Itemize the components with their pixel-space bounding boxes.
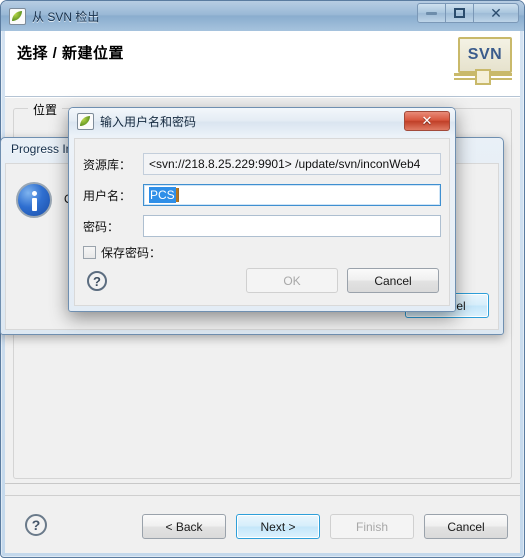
wizard-button-bar: < Back Next > Finish Cancel xyxy=(142,514,508,539)
credentials-cancel-button[interactable]: Cancel xyxy=(347,268,439,293)
credentials-dialog-title: 输入用户名和密码 xyxy=(100,115,197,129)
repository-field: <svn://218.8.25.229:9901> /update/svn/in… xyxy=(143,153,441,175)
maximize-button[interactable] xyxy=(445,3,474,23)
finish-button: Finish xyxy=(330,514,414,539)
repository-row: 资源库： <svn://218.8.25.229:9901> /update/s… xyxy=(75,153,449,175)
wizard-header: 选择 / 新建位置 SVN xyxy=(5,31,520,97)
leaf-icon xyxy=(77,113,94,130)
username-row: 用户名： PCS xyxy=(75,184,449,206)
password-field[interactable] xyxy=(143,215,441,237)
save-password-checkbox[interactable] xyxy=(83,246,96,259)
maximize-icon xyxy=(454,8,465,18)
credentials-help-icon[interactable]: ? xyxy=(87,271,107,291)
save-password-label: 保存密码： xyxy=(101,246,162,260)
password-label: 密码： xyxy=(83,219,120,234)
minimize-icon xyxy=(426,11,437,15)
credentials-cancel-label: Cancel xyxy=(374,273,412,288)
svn-logo-plate: SVN xyxy=(458,37,512,73)
close-icon: ✕ xyxy=(421,113,433,128)
ok-button: OK xyxy=(246,268,338,293)
svn-logo-text: SVN xyxy=(467,46,503,63)
credentials-button-bar: OK Cancel xyxy=(246,268,439,293)
svn-logo-icon: SVN xyxy=(452,35,514,87)
help-icon[interactable]: ? xyxy=(25,514,47,536)
credentials-close-button[interactable]: ✕ xyxy=(404,111,450,131)
window-close-button[interactable]: ✕ xyxy=(473,3,519,23)
cancel-button[interactable]: Cancel xyxy=(424,514,508,539)
credentials-body: 资源库： <svn://218.8.25.229:9901> /update/s… xyxy=(74,138,450,306)
back-button-label: < Back xyxy=(165,519,203,534)
ok-button-label: OK xyxy=(283,273,301,288)
next-button[interactable]: Next > xyxy=(236,514,320,539)
wizard-footer: ? < Back Next > Finish Cancel xyxy=(5,483,520,553)
info-icon xyxy=(16,182,52,218)
credentials-titlebar[interactable]: 输入用户名和密码 ✕ xyxy=(69,108,455,135)
location-group-label: 位置 xyxy=(28,101,63,118)
save-password-row[interactable]: 保存密码： xyxy=(83,244,161,261)
window-controls: ✕ xyxy=(417,3,519,23)
minimize-button[interactable] xyxy=(417,3,446,23)
progress-dialog-title: Progress In xyxy=(11,142,73,156)
svn-logo-knob xyxy=(475,69,491,85)
username-field[interactable]: PCS xyxy=(143,184,441,206)
close-icon: ✕ xyxy=(490,4,502,21)
username-label: 用户名： xyxy=(83,188,132,203)
back-button[interactable]: < Back xyxy=(142,514,226,539)
password-row: 密码： xyxy=(75,215,449,237)
page-title: 选择 / 新建位置 xyxy=(17,45,125,62)
footer-divider xyxy=(5,495,520,496)
credentials-dialog: 输入用户名和密码 ✕ 资源库： <svn://218.8.25.229:9901… xyxy=(68,107,456,312)
credentials-title-row: 输入用户名和密码 xyxy=(69,108,455,135)
window-title: 从 SVN 检出 xyxy=(32,9,100,24)
screenshot-root: 从 SVN 检出 ✕ 选择 / 新建位置 SVN 位置 ? < Back Nex… xyxy=(0,0,525,558)
username-value: PCS xyxy=(149,187,176,203)
text-caret xyxy=(175,188,179,202)
repository-label: 资源库： xyxy=(83,157,132,172)
finish-button-label: Finish xyxy=(355,519,388,534)
next-button-label: Next > xyxy=(260,519,296,534)
window-titlebar[interactable]: 从 SVN 检出 ✕ xyxy=(1,1,524,31)
leaf-icon xyxy=(9,7,26,25)
cancel-button-label: Cancel xyxy=(447,519,485,534)
